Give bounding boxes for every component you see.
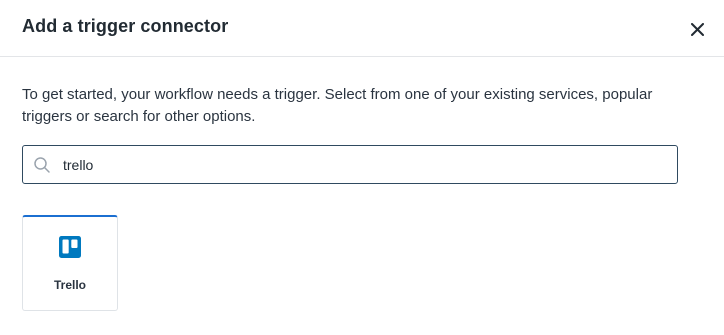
dialog-header: Add a trigger connector bbox=[0, 0, 724, 57]
trigger-connector-dialog: Add a trigger connector To get started, … bbox=[0, 0, 724, 335]
connector-card-trello[interactable]: Trello bbox=[22, 215, 118, 311]
trello-icon bbox=[59, 236, 81, 258]
intro-text: To get started, your workflow needs a tr… bbox=[22, 86, 653, 125]
close-icon bbox=[690, 22, 704, 36]
search-icon bbox=[34, 157, 50, 173]
dialog-title: Add a trigger connector bbox=[22, 16, 229, 36]
search-field[interactable] bbox=[22, 145, 678, 184]
connector-card-label: Trello bbox=[53, 278, 86, 292]
close-button[interactable] bbox=[686, 18, 708, 40]
search-input[interactable] bbox=[63, 154, 663, 176]
